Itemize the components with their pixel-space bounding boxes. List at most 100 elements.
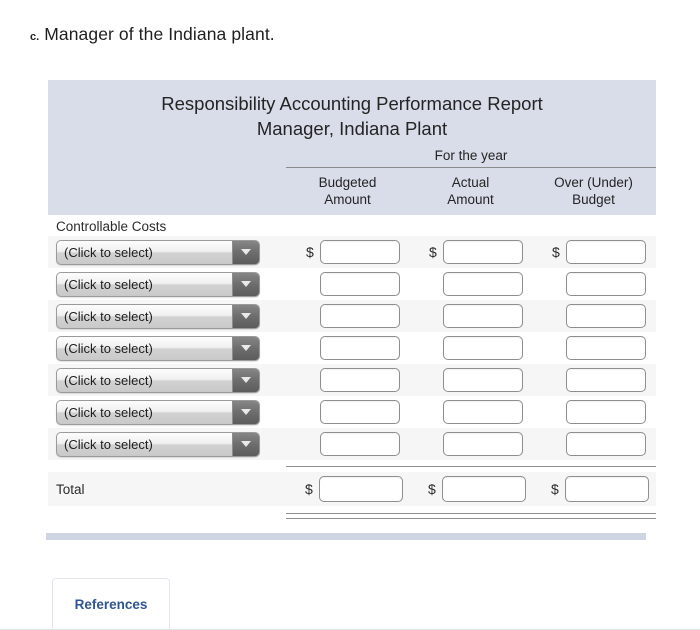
cost-select-5[interactable]: (Click to select) <box>56 367 260 393</box>
over-under-input-1[interactable] <box>566 240 646 264</box>
budgeted-cell: $ <box>286 240 409 264</box>
question-text: Manager of the Indiana plant. <box>44 24 275 44</box>
column-header-spacer <box>48 174 286 208</box>
chevron-down-icon[interactable] <box>232 368 259 392</box>
cost-select-3[interactable]: (Click to select) <box>56 303 260 329</box>
cost-select-7-label: (Click to select) <box>64 436 153 452</box>
actual-input-1[interactable] <box>443 240 523 264</box>
total-row: Total $ $ $ <box>48 472 656 506</box>
subtotal-rule-spacer <box>48 460 286 472</box>
total-double-rule-lines <box>286 513 656 519</box>
budgeted-input-2[interactable] <box>320 272 400 296</box>
chevron-down-icon[interactable] <box>232 432 259 456</box>
row-label-cell: (Click to select) <box>48 303 286 329</box>
period-rule <box>48 167 656 168</box>
column-header-over-under-line2: Budget <box>572 192 615 207</box>
actual-input-7[interactable] <box>443 432 523 456</box>
budgeted-input-5[interactable] <box>320 368 400 392</box>
actual-input-6[interactable] <box>443 400 523 424</box>
budgeted-input-1[interactable] <box>320 240 400 264</box>
table-row: (Click to select) $ $ $ <box>48 268 656 300</box>
actual-input-2[interactable] <box>443 272 523 296</box>
report-period: For the year <box>434 148 508 163</box>
row-label-cell: (Click to select) <box>48 399 286 425</box>
currency-spacer: $ <box>429 308 443 324</box>
over-under-input-6[interactable] <box>566 400 646 424</box>
cost-select-3-label: (Click to select) <box>64 308 153 324</box>
currency-symbol: $ <box>428 481 436 497</box>
currency-symbol: $ <box>306 244 314 260</box>
chevron-down-icon[interactable] <box>232 304 259 328</box>
column-header-budgeted-line1: Budgeted <box>318 175 377 190</box>
column-header-budgeted-line2: Amount <box>324 192 371 207</box>
over-under-cell: $ <box>532 240 655 264</box>
cost-select-1[interactable]: (Click to select) <box>56 239 260 265</box>
currency-spacer: $ <box>429 276 443 292</box>
table-row: (Click to select) $ $ $ <box>48 396 656 428</box>
budgeted-cell: $ <box>286 336 409 360</box>
cost-select-6-label: (Click to select) <box>64 404 153 420</box>
cost-select-6[interactable]: (Click to select) <box>56 399 260 425</box>
currency-symbol: $ <box>551 481 559 497</box>
currency-spacer: $ <box>429 340 443 356</box>
table-row: (Click to select) $ $ $ <box>48 428 656 460</box>
chevron-down-icon[interactable] <box>232 336 259 360</box>
actual-input-3[interactable] <box>443 304 523 328</box>
cost-select-7[interactable]: (Click to select) <box>56 431 260 457</box>
currency-symbol: $ <box>305 481 313 497</box>
currency-spacer: $ <box>306 340 320 356</box>
subtotal-rule-line-wrap <box>286 460 656 472</box>
over-under-input-2[interactable] <box>566 272 646 296</box>
chevron-down-icon[interactable] <box>232 400 259 424</box>
period-rule-spacer <box>48 167 286 168</box>
budgeted-input-7[interactable] <box>320 432 400 456</box>
cost-select-1-label: (Click to select) <box>64 244 153 260</box>
over-under-cell: $ <box>532 336 655 360</box>
over-under-cell: $ <box>532 304 655 328</box>
total-actual-input[interactable] <box>442 476 526 502</box>
currency-spacer: $ <box>552 372 566 388</box>
section-label-controllable-costs: Controllable Costs <box>48 215 656 236</box>
total-rule-line-2 <box>286 518 656 519</box>
question-line: c. Manager of the Indiana plant. <box>30 24 275 45</box>
total-over-under-input[interactable] <box>565 476 649 502</box>
tab-references[interactable]: References <box>52 578 170 629</box>
section-divider-bar <box>46 533 646 540</box>
total-label: Total <box>56 481 85 497</box>
over-under-input-4[interactable] <box>566 336 646 360</box>
budgeted-input-6[interactable] <box>320 400 400 424</box>
table-row: (Click to select) $ $ $ <box>48 332 656 364</box>
cost-select-4[interactable]: (Click to select) <box>56 335 260 361</box>
report-title-line2: Manager, Indiana Plant <box>256 118 448 139</box>
budgeted-input-3[interactable] <box>320 304 400 328</box>
currency-spacer: $ <box>552 436 566 452</box>
budgeted-input-4[interactable] <box>320 336 400 360</box>
over-under-input-3[interactable] <box>566 304 646 328</box>
column-header-actual: Actual Amount <box>409 174 532 208</box>
over-under-input-5[interactable] <box>566 368 646 392</box>
currency-spacer: $ <box>552 340 566 356</box>
report-title: Responsibility Accounting Performance Re… <box>48 91 656 141</box>
question-letter: c. <box>30 31 40 43</box>
total-double-rule-wrap <box>286 506 656 519</box>
over-under-input-7[interactable] <box>566 432 646 456</box>
performance-report: Responsibility Accounting Performance Re… <box>48 80 656 519</box>
currency-symbol: $ <box>429 244 437 260</box>
chevron-down-icon[interactable] <box>232 272 259 296</box>
report-title-line1: Responsibility Accounting Performance Re… <box>161 93 543 114</box>
currency-spacer: $ <box>306 436 320 452</box>
currency-spacer: $ <box>429 404 443 420</box>
cost-select-2[interactable]: (Click to select) <box>56 271 260 297</box>
column-header-actual-line1: Actual <box>451 175 490 190</box>
subtotal-rule-line <box>286 466 656 467</box>
total-budgeted-input[interactable] <box>319 476 403 502</box>
tab-references-label: References <box>74 596 148 612</box>
period-spacer <box>48 148 286 167</box>
actual-input-4[interactable] <box>443 336 523 360</box>
actual-input-5[interactable] <box>443 368 523 392</box>
chevron-down-icon[interactable] <box>232 240 259 264</box>
budgeted-cell: $ <box>286 272 409 296</box>
budgeted-cell: $ <box>286 368 409 392</box>
column-headers: Budgeted Amount Actual Amount Over (Unde… <box>48 168 656 215</box>
total-budgeted-cell: $ <box>286 476 409 502</box>
